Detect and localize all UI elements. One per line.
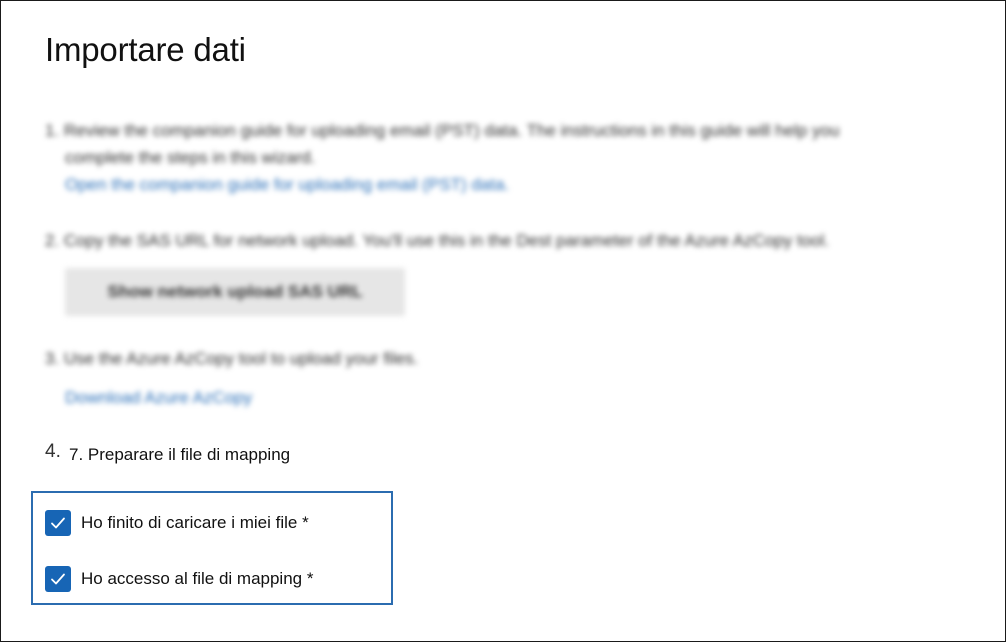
checkbox-mapping-access[interactable]: Ho accesso al file di mapping * bbox=[45, 566, 313, 592]
checkbox-label: Ho accesso al file di mapping * bbox=[81, 569, 314, 588]
checkmark-icon[interactable] bbox=[45, 510, 71, 536]
companion-guide-link[interactable]: Open the companion guide for uploading e… bbox=[65, 171, 509, 198]
wizard-panel: Importare dati 1. Review the companion g… bbox=[0, 0, 1006, 642]
checkbox-label: Ho finito di caricare i miei file * bbox=[81, 513, 309, 532]
show-sas-url-button[interactable]: Show network upload SAS URL bbox=[65, 268, 405, 316]
step-3-text: 3. Use the Azure AzCopy tool to upload y… bbox=[45, 349, 419, 368]
step-4-number: 4. bbox=[45, 441, 61, 462]
checkbox-upload-complete[interactable]: Ho finito di caricare i miei file * bbox=[45, 510, 309, 536]
step-1-text-line2: complete the steps in this wizard. bbox=[65, 148, 316, 167]
download-azcopy-link[interactable]: Download Azure AzCopy bbox=[65, 384, 252, 411]
step-4-text: 7. Preparare il file di mapping bbox=[69, 445, 291, 464]
step-1-text-line1: 1. Review the companion guide for upload… bbox=[45, 121, 840, 140]
step-2-text: 2. Copy the SAS URL for network upload. … bbox=[45, 231, 830, 250]
page-title: Importare dati bbox=[45, 31, 246, 68]
checkmark-icon[interactable] bbox=[45, 566, 71, 592]
